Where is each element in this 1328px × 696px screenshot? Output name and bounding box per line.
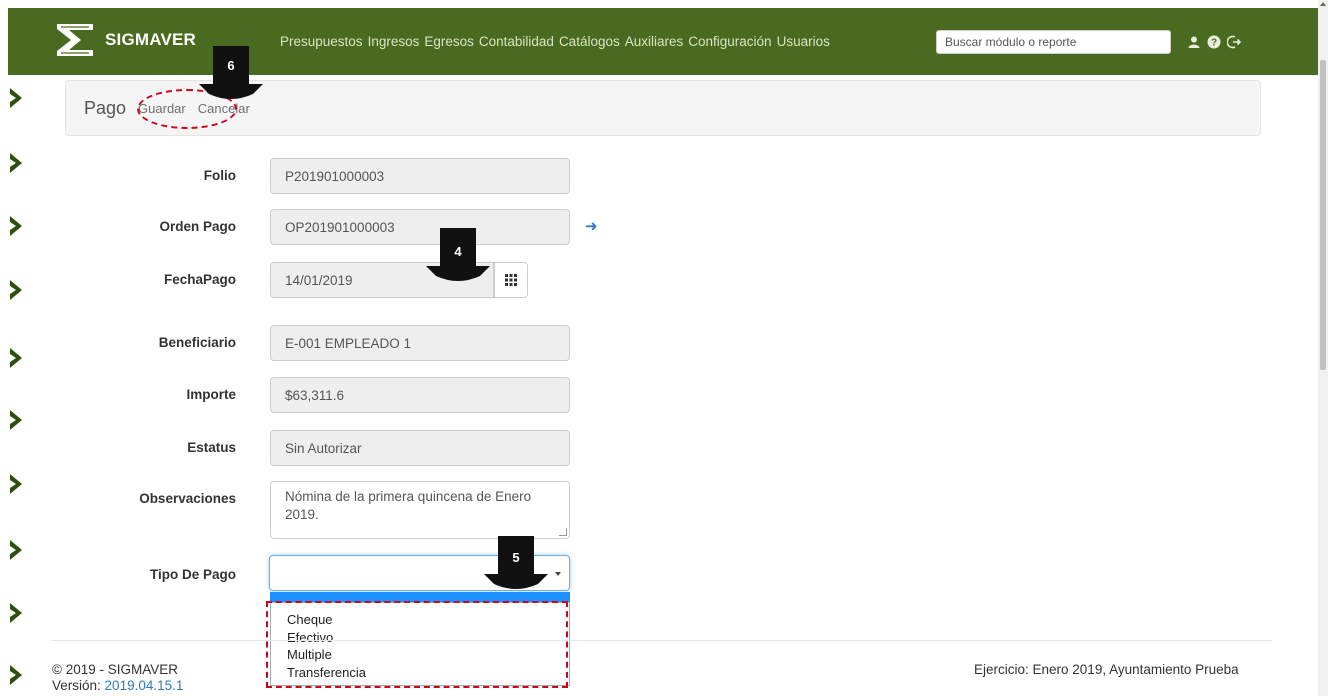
beneficiario-field[interactable]: E-001 EMPLEADO 1 — [270, 325, 570, 361]
vertical-scrollbar[interactable] — [1318, 0, 1328, 696]
search-input[interactable] — [936, 30, 1171, 54]
resize-grip-icon[interactable] — [559, 528, 567, 536]
observaciones-textarea[interactable]: Nómina de la primera quincena de Enero 2… — [270, 481, 570, 539]
page-title: Pago — [84, 97, 127, 118]
logout-icon[interactable] — [1226, 34, 1242, 50]
scrollbar-thumb[interactable] — [1320, 60, 1326, 370]
menu-item-usuarios[interactable]: Usuarios — [777, 34, 830, 49]
step-marker-5: 5 — [484, 536, 548, 589]
estatus-label: Estatus — [187, 440, 236, 455]
chevron-right-icon[interactable] — [8, 539, 24, 561]
observaciones-text: Nómina de la primera quincena de Enero 2… — [285, 489, 532, 523]
importe-label: Importe — [186, 387, 236, 402]
menu-item-catalogos[interactable]: Catálogos — [559, 34, 620, 49]
chevron-down-icon — [555, 572, 561, 576]
menu-item-contabilidad[interactable]: Contabilidad — [479, 34, 554, 49]
calendar-button[interactable] — [494, 262, 528, 298]
tipo-pago-label: Tipo De Pago — [149, 567, 236, 582]
footer-divider — [52, 640, 1272, 641]
menu-item-presupuestos[interactable]: Presupuestos — [280, 34, 363, 49]
menu-item-egresos[interactable]: Egresos — [424, 34, 474, 49]
chevron-right-icon[interactable] — [8, 664, 24, 686]
estatus-field[interactable]: Sin Autorizar — [270, 430, 570, 466]
chevron-right-icon[interactable] — [8, 347, 24, 369]
observaciones-label: Observaciones — [139, 491, 236, 506]
highlight-options-rect — [266, 601, 568, 688]
fecha-pago-label: FechaPago — [163, 272, 236, 287]
version-label: Versión: — [52, 678, 101, 693]
user-actions: ? — [1186, 34, 1242, 50]
svg-text:6: 6 — [227, 58, 234, 73]
help-icon[interactable]: ? — [1206, 34, 1222, 50]
folio-field[interactable]: P201901000003 — [270, 158, 570, 194]
calendar-icon — [505, 274, 517, 286]
svg-text:5: 5 — [512, 550, 519, 565]
copyright: © 2019 - SIGMAVER — [52, 662, 178, 677]
scroll-up-icon[interactable] — [1320, 2, 1326, 6]
arrow-right-icon[interactable]: ➜ — [585, 217, 598, 235]
folio-label: Folio — [203, 168, 236, 183]
version-line: Versión: 2019.04.15.1 — [52, 678, 183, 694]
svg-text:?: ? — [1211, 38, 1217, 49]
ejercicio-info: Ejercicio: Enero 2019, Ayuntamiento Prue… — [974, 662, 1239, 677]
svg-text:4: 4 — [454, 244, 462, 259]
version-link[interactable]: 2019.04.15.1 — [105, 678, 184, 693]
orden-pago-field[interactable]: OP201901000003 — [270, 209, 570, 245]
beneficiario-label: Beneficiario — [158, 335, 236, 350]
chevron-right-icon[interactable] — [8, 602, 24, 624]
menu-item-auxiliares[interactable]: Auxiliares — [625, 34, 684, 49]
chevron-right-icon[interactable] — [8, 87, 24, 109]
importe-field[interactable]: $63,311.6 — [270, 377, 570, 413]
menu-item-ingresos[interactable]: Ingresos — [368, 34, 420, 49]
brand-name: SIGMAVER — [105, 30, 197, 49]
sigmaver-logo-icon — [57, 24, 93, 56]
main-menu: Presupuestos Ingresos Egresos Contabilid… — [280, 34, 830, 49]
orden-pago-label: Orden Pago — [159, 219, 236, 234]
footer-left: © 2019 - SIGMAVER Versión: 2019.04.15.1 — [52, 662, 183, 694]
brand[interactable]: SIGMAVER — [53, 12, 196, 68]
step-marker-4: 4 — [426, 228, 490, 281]
chevron-right-icon[interactable] — [8, 409, 24, 431]
menu-item-configuracion[interactable]: Configuración — [688, 34, 771, 49]
step-marker-6: 6 — [199, 46, 263, 99]
user-icon[interactable] — [1186, 34, 1202, 50]
